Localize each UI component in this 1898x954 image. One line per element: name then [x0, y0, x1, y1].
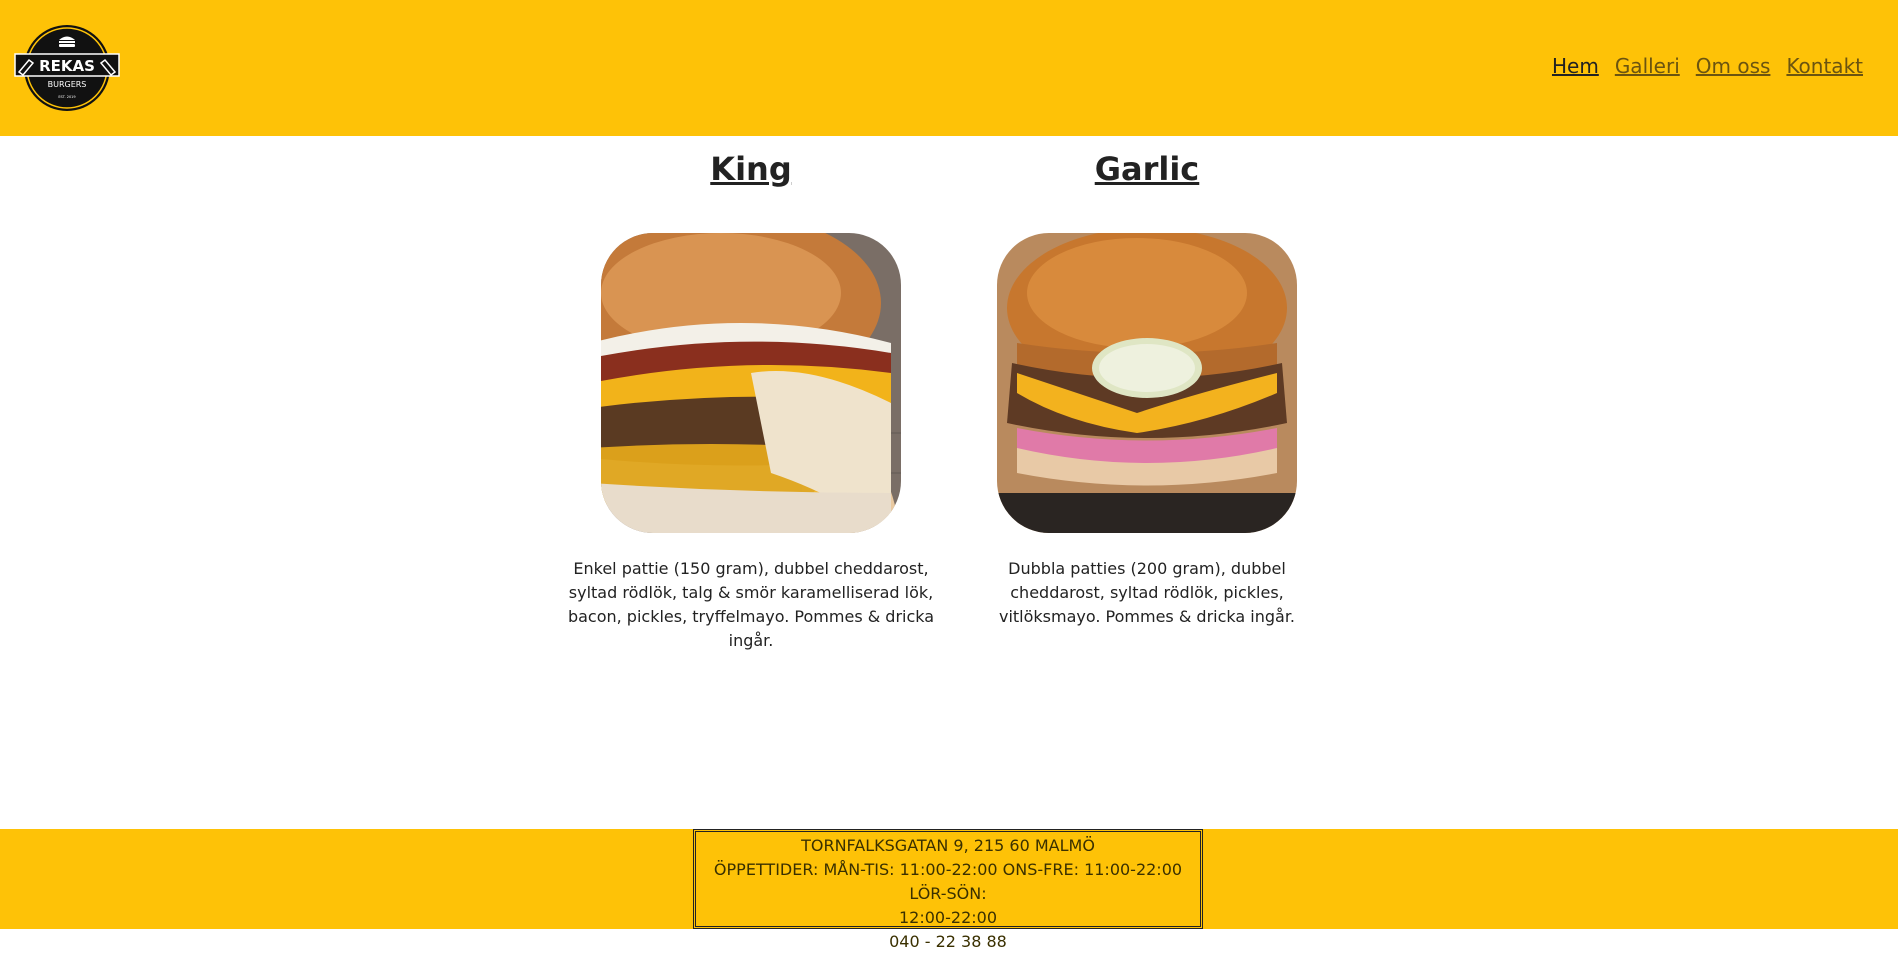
nav-link-hem[interactable]: Hem — [1552, 54, 1599, 78]
menu-card-garlic: Garlic Dubbla patties (200 gram), dubbel… — [957, 136, 1337, 629]
footer-hours-line1: ÖPPETTIDER: MÅN-TIS: 11:00-22:00 ONS-FRE… — [713, 860, 1183, 903]
burger-photo-garlic — [997, 233, 1297, 533]
logo-sub-text: BURGERS — [48, 80, 87, 89]
menu-card-king: King Enkel pattie (150 gram), dubbel che… — [561, 136, 941, 653]
logo-name-text: REKAS — [39, 57, 95, 75]
menu-description-king: Enkel pattie (150 gram), dubbel cheddaro… — [567, 559, 935, 650]
footer-hours-line2: 12:00-22:00 — [899, 908, 997, 927]
menu-title-king: King — [710, 150, 792, 188]
nav-link-galleri[interactable]: Galleri — [1615, 54, 1680, 78]
footer-address: TORNFALKSGATAN 9, 215 60 MALMÖ — [801, 836, 1095, 855]
menu-description-garlic: Dubbla patties (200 gram), dubbel chedda… — [998, 559, 1296, 626]
rekas-burgers-logo[interactable]: REKAS BURGERS EST. 2019 — [14, 24, 120, 112]
site-footer: TORNFALKSGATAN 9, 215 60 MALMÖ ÖPPETTIDE… — [0, 829, 1898, 951]
burger-photo-king — [601, 233, 901, 533]
menu-title-garlic: Garlic — [1094, 150, 1200, 188]
footer-phone: 040 - 22 38 88 — [889, 932, 1007, 951]
logo-est-text: EST. 2019 — [58, 95, 75, 99]
nav-link-kontakt[interactable]: Kontakt — [1786, 54, 1863, 78]
footer-info-box: TORNFALKSGATAN 9, 215 60 MALMÖ ÖPPETTIDE… — [693, 829, 1203, 951]
site-header: REKAS BURGERS EST. 2019 Hem Galleri Om o… — [0, 0, 1898, 136]
main-nav: Hem Galleri Om oss Kontakt — [1552, 54, 1863, 78]
nav-link-om-oss[interactable]: Om oss — [1696, 54, 1771, 78]
